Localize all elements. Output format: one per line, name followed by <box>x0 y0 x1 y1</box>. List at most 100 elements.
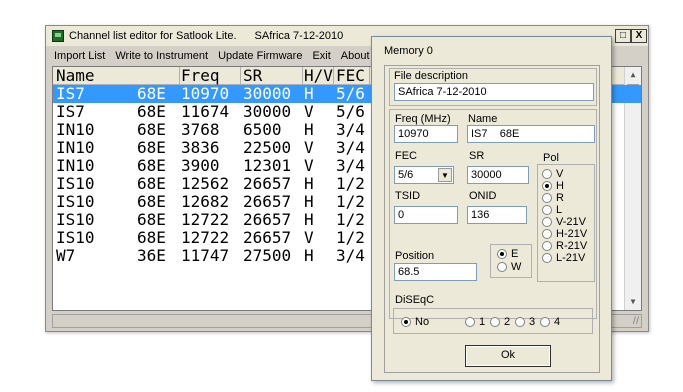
cell-freq: 11674 <box>181 102 230 121</box>
sr-label: SR <box>469 150 485 162</box>
cell-name: IN10 <box>56 156 95 175</box>
cell-freq: 10970 <box>181 84 230 103</box>
cell-pos: 68E <box>137 228 166 247</box>
close-button[interactable]: X <box>631 29 647 43</box>
cell-sr: 26657 <box>243 174 292 193</box>
radio-circle-icon[interactable] <box>542 253 552 263</box>
column-header-sr[interactable]: SR <box>243 67 303 85</box>
pol-radio-label: V-21V <box>556 216 586 228</box>
column-header-name[interactable]: Name <box>56 67 180 85</box>
radio-circle-icon[interactable] <box>542 181 552 191</box>
cell-freq: 3768 <box>181 120 220 139</box>
radio-circle-icon[interactable] <box>542 217 552 227</box>
pol-radio[interactable]: H-21V <box>542 228 587 240</box>
cell-fec: 1/2 <box>336 228 365 247</box>
restore-button[interactable]: □ <box>615 29 631 43</box>
cell-fec: 1/2 <box>336 192 365 211</box>
cell-sr: 12301 <box>243 156 292 175</box>
diseqc-radio-label: 2 <box>504 316 511 328</box>
ew-radio-label: W <box>511 261 522 273</box>
fec-label: FEC <box>395 150 417 162</box>
resize-grip-icon[interactable]: // <box>633 316 639 326</box>
file-description-field[interactable]: SAfrica 7-12-2010 <box>394 83 594 101</box>
cell-pos: 68E <box>137 84 166 103</box>
pol-radio[interactable]: R-21V <box>542 240 587 252</box>
cell-pol: V <box>304 156 314 175</box>
diseqc-radio[interactable]: No <box>401 316 429 328</box>
name-label: Name <box>468 113 498 125</box>
cell-fec: 1/2 <box>336 174 365 193</box>
cell-fec: 3/4 <box>336 138 365 157</box>
memory-dialog: Memory 0 File description SAfrica 7-12-2… <box>371 36 612 381</box>
cell-pos: 68E <box>137 120 166 139</box>
radio-circle-icon[interactable] <box>542 205 552 215</box>
position-field[interactable]: 68.5 <box>394 263 477 281</box>
cell-pol: V <box>304 102 314 121</box>
cell-freq: 3900 <box>181 156 220 175</box>
cell-pos: 68E <box>137 156 166 175</box>
radio-circle-icon[interactable] <box>490 317 500 327</box>
diseqc-radio[interactable]: 2 <box>490 316 510 328</box>
radio-circle-icon[interactable] <box>515 317 525 327</box>
pol-radio[interactable]: L-21V <box>542 252 585 264</box>
freq-field[interactable]: 10970 <box>394 125 458 143</box>
ew-radio[interactable]: W <box>497 261 521 273</box>
cell-fec: 5/6 <box>336 84 365 103</box>
menu-about[interactable]: About <box>341 50 370 62</box>
menu-update-firmware[interactable]: Update Firmware <box>218 50 302 62</box>
name-field[interactable]: IS7 68E <box>467 125 595 143</box>
column-header-fec[interactable]: FEC <box>336 67 370 85</box>
cell-freq: 12722 <box>181 210 230 229</box>
onid-field[interactable]: 136 <box>467 206 527 224</box>
cell-pol: H <box>304 174 314 193</box>
diseqc-radio[interactable]: 3 <box>515 316 535 328</box>
pol-radio[interactable]: V-21V <box>542 216 586 228</box>
sr-field[interactable]: 30000 <box>467 166 529 184</box>
cell-pos: 36E <box>137 246 166 265</box>
cell-freq: 12562 <box>181 174 230 193</box>
ok-button[interactable]: Ok <box>465 345 551 367</box>
diseqc-label: DiSEqC <box>395 294 435 306</box>
radio-circle-icon[interactable] <box>401 317 411 327</box>
diseqc-radio-label: 4 <box>554 316 561 328</box>
cell-sr: 6500 <box>243 120 282 139</box>
cell-fec: 3/4 <box>336 120 365 139</box>
pol-radio-label: H <box>556 180 564 192</box>
cell-pos: 68E <box>137 192 166 211</box>
pol-radio[interactable]: V <box>542 168 563 180</box>
radio-circle-icon[interactable] <box>542 169 552 179</box>
radio-circle-icon[interactable] <box>465 317 475 327</box>
radio-circle-icon[interactable] <box>497 249 507 259</box>
menu-write-to-instrument[interactable]: Write to Instrument <box>115 50 208 62</box>
cell-freq: 3836 <box>181 138 220 157</box>
diseqc-radio[interactable]: 1 <box>465 316 485 328</box>
menu-import-list[interactable]: Import List <box>54 50 105 62</box>
scroll-up-icon[interactable]: ▲ <box>625 67 641 83</box>
radio-circle-icon[interactable] <box>540 317 550 327</box>
radio-circle-icon[interactable] <box>497 262 507 272</box>
fec-select-value: 5/6 <box>398 169 414 181</box>
ew-radio[interactable]: E <box>497 248 518 260</box>
pol-radio[interactable]: R <box>542 192 564 204</box>
column-header-freq[interactable]: Freq <box>181 67 241 85</box>
chevron-down-icon[interactable]: ▼ <box>438 168 452 182</box>
pol-radio-label: R-21V <box>556 240 588 252</box>
cell-fec: 3/4 <box>336 246 365 265</box>
column-header-hv[interactable]: H/V <box>304 67 334 85</box>
cell-name: IS7 <box>56 84 85 103</box>
cell-freq: 12682 <box>181 192 230 211</box>
tsid-field[interactable]: 0 <box>394 206 458 224</box>
pol-radio[interactable]: L <box>542 204 562 216</box>
radio-circle-icon[interactable] <box>542 241 552 251</box>
ew-radio-label: E <box>511 248 519 260</box>
diseqc-radio[interactable]: 4 <box>540 316 560 328</box>
radio-circle-icon[interactable] <box>542 229 552 239</box>
menu-exit[interactable]: Exit <box>312 50 330 62</box>
scroll-down-icon[interactable]: ▼ <box>625 294 641 310</box>
pol-radio-label: V <box>556 168 564 180</box>
position-label: Position <box>395 250 435 262</box>
fec-select[interactable]: 5/6 ▼ <box>394 166 454 184</box>
radio-circle-icon[interactable] <box>542 193 552 203</box>
cell-fec: 1/2 <box>336 210 365 229</box>
pol-radio[interactable]: H <box>542 180 564 192</box>
